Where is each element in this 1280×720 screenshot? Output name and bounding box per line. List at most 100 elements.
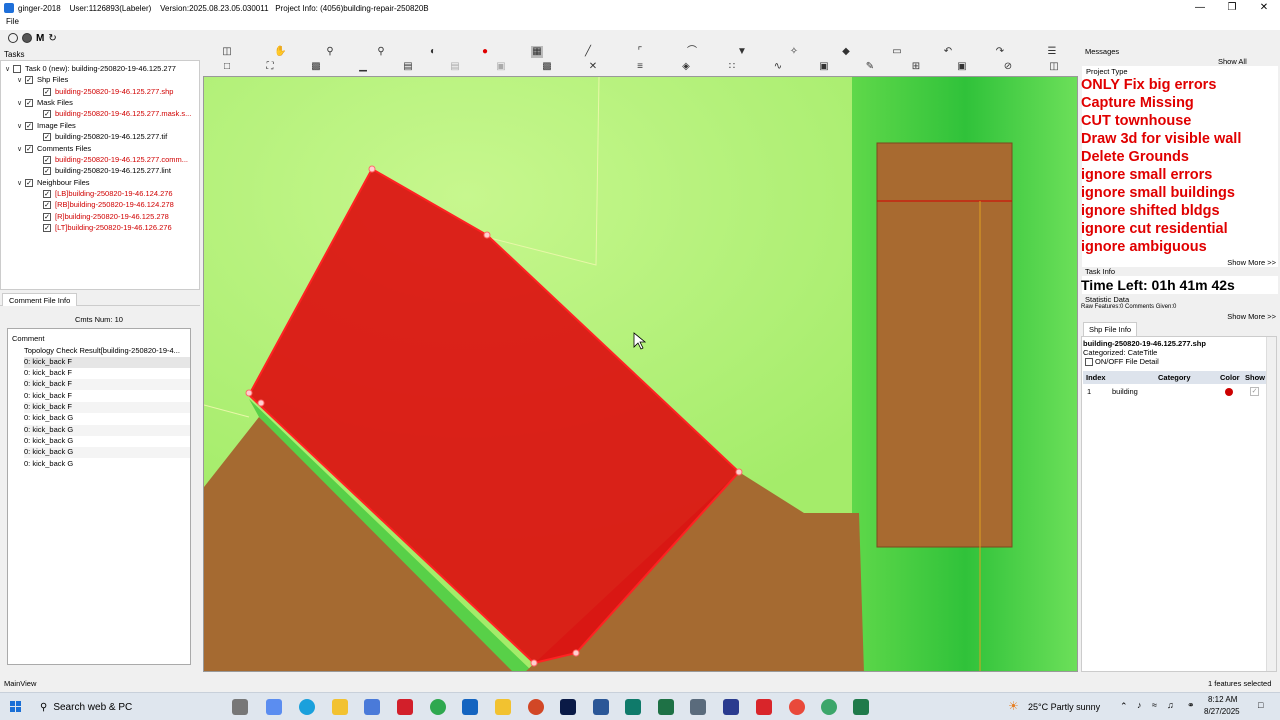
copilot-icon[interactable]: [266, 699, 282, 715]
copy-icon[interactable]: ▣: [495, 61, 507, 73]
show-checkbox[interactable]: ✓: [1250, 387, 1259, 396]
file-explorer-icon[interactable]: [332, 699, 348, 715]
comment-row[interactable]: 0: kick_back G: [24, 425, 190, 436]
expand-icon[interactable]: ∨: [17, 145, 25, 153]
color-swatch[interactable]: [1225, 388, 1233, 396]
comment-row[interactable]: 0: kick_back G: [24, 447, 190, 458]
eraser-icon[interactable]: ▤: [402, 61, 414, 73]
pan-icon[interactable]: ✋: [274, 46, 286, 58]
checkbox[interactable]: ✓: [43, 109, 51, 118]
tab-comment-file-info[interactable]: Comment File Info: [2, 293, 78, 306]
restore-button[interactable]: ❐: [1216, 0, 1248, 16]
record-icon[interactable]: [22, 33, 32, 43]
strike-icon[interactable]: ≡: [634, 61, 646, 73]
checkbox[interactable]: ✓: [25, 178, 33, 187]
tree-neighbour-r[interactable]: ✓ [R]building-250820-19-46.125.278: [43, 211, 169, 222]
vertex-handle[interactable]: [245, 389, 253, 397]
edge-icon[interactable]: [299, 699, 315, 715]
map-view[interactable]: [203, 76, 1078, 672]
tree-neighbour-files[interactable]: ∨ ✓ Neighbour Files: [17, 177, 90, 188]
ginger-icon[interactable]: [821, 699, 837, 715]
onoff-checkbox[interactable]: [1085, 358, 1093, 366]
store-icon[interactable]: [364, 699, 380, 715]
tree-shp-file[interactable]: ✓ building-250820-19-46.125.277.shp: [43, 86, 173, 97]
vertex-handle[interactable]: [368, 165, 376, 173]
no-icon[interactable]: ⊘: [1002, 61, 1014, 73]
clock-date[interactable]: 8/27/2025: [1204, 707, 1240, 716]
app-icon[interactable]: [430, 699, 446, 715]
excel-icon[interactable]: [658, 699, 674, 715]
comment-row[interactable]: 0: kick_back G: [24, 459, 190, 470]
minimize-button[interactable]: —: [1184, 0, 1216, 16]
checkbox[interactable]: ✓: [25, 144, 33, 153]
crop-icon[interactable]: ▣: [956, 61, 968, 73]
mic-icon[interactable]: ♪: [1137, 700, 1142, 710]
network-icon[interactable]: ⚭: [1187, 700, 1195, 711]
tab-shp-file-info[interactable]: Shp File Info: [1083, 322, 1138, 336]
frame-icon[interactable]: ▣: [818, 61, 830, 73]
wps-icon[interactable]: [397, 699, 413, 715]
comment-row[interactable]: 0: kick_back F: [24, 391, 190, 402]
contrast-icon[interactable]: ◐: [427, 46, 439, 58]
select-icon[interactable]: ⛶: [264, 61, 276, 73]
notification-icon[interactable]: □: [1258, 700, 1263, 710]
undo-icon[interactable]: ↶: [942, 46, 954, 58]
comment-row[interactable]: Topology Check Result[building-250820-19…: [24, 346, 190, 357]
show-more-link[interactable]: Show More >>: [1227, 258, 1276, 267]
powerpoint-icon[interactable]: [528, 699, 544, 715]
tree-mask-file[interactable]: ✓ building-250820-19-46.125.277.mask.s...: [43, 108, 191, 119]
expand-icon[interactable]: ∨: [17, 76, 25, 84]
scrollbar[interactable]: [1266, 337, 1276, 671]
node-icon[interactable]: ◈: [680, 61, 692, 73]
tree-neighbour-lt[interactable]: ✓ [LT]building-250820-19-46.126.276: [43, 222, 172, 233]
zoom-in-icon[interactable]: ⚲: [324, 46, 336, 58]
refresh-icon[interactable]: ↻: [48, 33, 56, 44]
polyline-icon[interactable]: ∿: [772, 61, 784, 73]
calculator-icon[interactable]: [690, 699, 706, 715]
publisher-icon[interactable]: [625, 699, 641, 715]
photoshop-icon[interactable]: [560, 699, 576, 715]
volume-icon[interactable]: ♫: [1167, 700, 1174, 710]
neighbour-building[interactable]: [876, 142, 1013, 548]
m-button[interactable]: M: [36, 33, 44, 44]
zoom-out-icon[interactable]: ⚲: [375, 46, 387, 58]
comment-row[interactable]: 0: kick_back G: [24, 436, 190, 447]
tree-comments-files[interactable]: ∨ ✓ Comments Files: [17, 143, 91, 154]
redo-icon[interactable]: ↷: [994, 46, 1006, 58]
align-icon[interactable]: ⊞: [910, 61, 922, 73]
fill-icon[interactable]: ◆: [840, 46, 852, 58]
show-more-link[interactable]: Show More >>: [1227, 312, 1276, 321]
tree-shp-files[interactable]: ∨ ✓ Shp Files: [17, 74, 68, 85]
clock-time[interactable]: 8:12 AM: [1208, 695, 1237, 704]
disabled-icon[interactable]: ▤: [449, 61, 461, 73]
line-icon[interactable]: ╱: [582, 46, 594, 58]
wifi-icon[interactable]: ≈: [1152, 700, 1157, 710]
taskbar-search[interactable]: ⚲ Search web & PC: [32, 697, 182, 717]
folder-icon[interactable]: [495, 699, 511, 715]
row-category[interactable]: building: [1112, 387, 1138, 396]
panel-icon[interactable]: ◫: [1048, 61, 1060, 73]
record-dot-icon[interactable]: ●: [479, 46, 491, 58]
cut-icon[interactable]: ✕: [587, 61, 599, 73]
underline-icon[interactable]: ▁: [357, 61, 369, 73]
comment-row[interactable]: 0: kick_back F: [24, 379, 190, 390]
vertex-handle[interactable]: [735, 468, 743, 476]
expand-icon[interactable]: ∨: [5, 65, 13, 73]
checkbox[interactable]: ✓: [25, 75, 33, 84]
vertex-handle[interactable]: [572, 649, 580, 657]
outlook-icon[interactable]: [462, 699, 478, 715]
tree-lint-file[interactable]: ✓ building-250820-19-46.125.277.lint: [43, 165, 171, 176]
expand-icon[interactable]: ∨: [17, 99, 25, 107]
task-view-icon[interactable]: [232, 699, 248, 715]
expand-icon[interactable]: ∨: [17, 122, 25, 130]
weather-text[interactable]: 25°C Partly sunny: [1028, 702, 1100, 712]
tree-mask-files[interactable]: ∨ ✓ Mask Files: [17, 97, 73, 108]
tree-comments-file[interactable]: ✓ building-250820-19-46.125.277.comm...: [43, 154, 188, 165]
curve-icon[interactable]: ⌒: [686, 46, 698, 58]
checkbox[interactable]: ✓: [43, 166, 51, 175]
vertex-handle[interactable]: [257, 399, 265, 407]
checkbox[interactable]: ✓: [43, 189, 51, 198]
tree-neighbour-rb[interactable]: ✓ [RB]building-250820-19-46.124.278: [43, 199, 174, 210]
info-icon[interactable]: [8, 33, 18, 43]
split-icon[interactable]: ✧: [788, 46, 800, 58]
